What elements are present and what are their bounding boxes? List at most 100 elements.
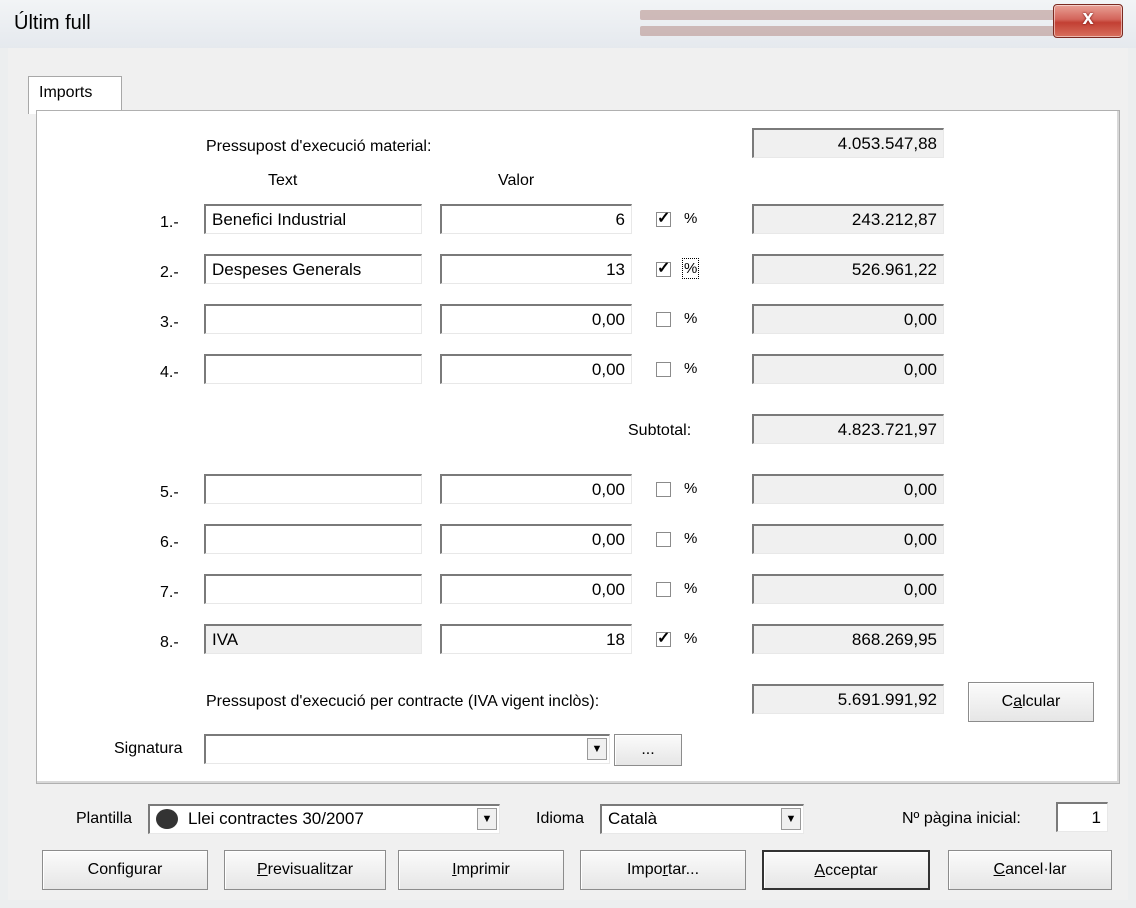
row-percent-checkbox[interactable] <box>656 312 671 327</box>
row-number: 7.- <box>160 584 179 601</box>
row-percent-checkbox[interactable] <box>656 482 671 497</box>
row-percent-checkbox[interactable]: ✓ <box>656 631 671 647</box>
chevron-down-icon[interactable]: ▼ <box>477 808 497 830</box>
row-result-value: 243.212,87 <box>752 204 944 234</box>
cancellar-label: ancel·lar <box>1005 861 1067 878</box>
imprimir-button[interactable]: Imprimir <box>398 850 564 890</box>
row-text-input[interactable] <box>204 574 422 604</box>
row-percent-checkbox[interactable] <box>656 362 671 377</box>
cancellar-accel: C <box>993 861 1006 878</box>
row-text-input[interactable] <box>204 524 422 554</box>
calcular-label-pre: C <box>1001 693 1014 710</box>
browse-label: ... <box>641 741 655 758</box>
previsualitzar-button[interactable]: Previsualitzar <box>224 850 386 890</box>
acceptar-button[interactable]: Acceptar <box>762 850 930 890</box>
contract-label: Pressupost d'execució per contracte (IVA… <box>206 693 600 710</box>
row-percent-label: % <box>684 530 698 547</box>
row-text-input[interactable] <box>204 354 422 384</box>
row-percent-label: % <box>681 258 700 279</box>
row-percent-checkbox[interactable] <box>656 532 671 547</box>
row-percent-label: % <box>684 210 698 227</box>
tab-imports[interactable]: Imports <box>28 76 122 114</box>
plantilla-select[interactable]: Llei contractes 30/2007 ▼ <box>148 804 500 834</box>
idioma-value: Català <box>608 809 658 828</box>
pem-value: 4.053.547,88 <box>752 128 944 158</box>
row-valor-input[interactable]: 0,00 <box>440 524 632 554</box>
previsualitzar-label: revisualitzar <box>267 861 354 878</box>
row-percent-label: % <box>684 310 698 327</box>
window-title: Últim full <box>14 12 91 34</box>
row-number: 8.- <box>160 634 179 651</box>
signatura-select[interactable]: ▼ <box>204 734 610 764</box>
row-number: 3.- <box>160 314 179 331</box>
row-valor-input[interactable]: 0,00 <box>440 474 632 504</box>
row-valor-input[interactable]: 0,00 <box>440 574 632 604</box>
idioma-label: Idioma <box>536 810 585 827</box>
row-number: 6.- <box>160 534 179 551</box>
column-header-valor: Valor <box>498 172 535 189</box>
row-percent-checkbox[interactable] <box>656 582 671 597</box>
calcular-label-accel: a <box>1013 693 1023 710</box>
row-result-value: 0,00 <box>752 354 944 384</box>
row-text-input[interactable] <box>204 474 422 504</box>
close-icon: x <box>1082 7 1094 29</box>
contract-value: 5.691.991,92 <box>752 684 944 714</box>
row-number: 4.- <box>160 364 179 381</box>
tab-imports-label: Imports <box>39 84 93 101</box>
subtotal-value: 4.823.721,97 <box>752 414 944 444</box>
acceptar-label: cceptar <box>825 862 878 879</box>
acceptar-accel: A <box>814 862 826 879</box>
row-valor-input[interactable]: 6 <box>440 204 632 234</box>
calcular-label-post: lcular <box>1022 693 1061 710</box>
configurar-button[interactable]: Configurar <box>42 850 208 890</box>
row-text-input: IVA <box>204 624 422 654</box>
importar-button[interactable]: Importar... <box>580 850 746 890</box>
row-text-input[interactable]: Despeses Generals <box>204 254 422 284</box>
row-valor-input[interactable]: 13 <box>440 254 632 284</box>
chevron-down-icon[interactable]: ▼ <box>587 738 607 760</box>
pem-label: Pressupost d'execució material: <box>206 138 432 155</box>
dialog-window: Últim full x Imports Pressupost d'execuc… <box>0 0 1136 908</box>
chevron-down-icon[interactable]: ▼ <box>781 808 801 830</box>
row-percent-label: % <box>684 360 698 377</box>
importar-label-post: tar... <box>667 861 700 878</box>
row-result-value: 0,00 <box>752 304 944 334</box>
plantilla-value: Llei contractes 30/2007 <box>188 809 364 828</box>
plantilla-label: Plantilla <box>76 810 133 827</box>
row-percent-label: % <box>684 480 698 497</box>
row-result-value: 0,00 <box>752 474 944 504</box>
row-number: 2.- <box>160 264 179 281</box>
imprimir-label: mprimir <box>456 861 510 878</box>
background-text-line <box>640 10 1060 20</box>
template-user-icon <box>156 809 178 829</box>
importar-label-pre: Impo <box>626 861 663 878</box>
column-header-text: Text <box>268 172 298 189</box>
row-result-value: 0,00 <box>752 524 944 554</box>
signatura-label: Signatura <box>114 740 183 757</box>
background-text-line <box>640 26 1060 36</box>
signatura-browse-button[interactable]: ... <box>614 734 682 766</box>
row-percent-label: % <box>684 580 698 597</box>
title-bar: Últim full x <box>0 0 1136 48</box>
row-text-input[interactable] <box>204 304 422 334</box>
idioma-select[interactable]: Català ▼ <box>600 804 804 834</box>
calcular-button[interactable]: Calcular <box>968 682 1094 722</box>
row-result-value: 526.961,22 <box>752 254 944 284</box>
row-text-input[interactable]: Benefici Industrial <box>204 204 422 234</box>
cancellar-button[interactable]: Cancel·lar <box>948 850 1112 890</box>
row-number: 1.- <box>160 214 179 231</box>
subtotal-label: Subtotal: <box>628 422 692 439</box>
row-number: 5.- <box>160 484 179 501</box>
row-percent-checkbox[interactable]: ✓ <box>656 211 671 227</box>
row-valor-input[interactable]: 0,00 <box>440 304 632 334</box>
pagina-label: Nº pàgina inicial: <box>902 810 1021 827</box>
row-percent-checkbox[interactable]: ✓ <box>656 261 671 277</box>
pagina-input[interactable]: 1 <box>1056 802 1108 832</box>
configurar-label: Configurar <box>87 861 163 878</box>
row-result-value: 868.269,95 <box>752 624 944 654</box>
close-button[interactable]: x <box>1053 4 1123 38</box>
row-percent-label: % <box>684 630 698 647</box>
row-valor-input[interactable]: 0,00 <box>440 354 632 384</box>
row-valor-input[interactable]: 18 <box>440 624 632 654</box>
row-result-value: 0,00 <box>752 574 944 604</box>
